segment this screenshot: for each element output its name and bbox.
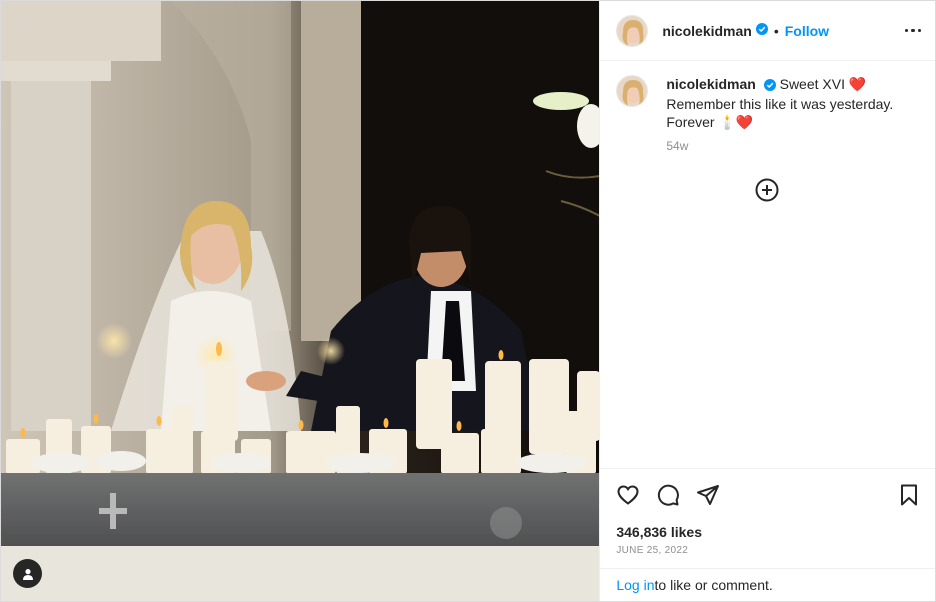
avatar[interactable]: [616, 14, 649, 47]
user-tag-icon[interactable]: [13, 559, 42, 588]
separator-dot: •: [773, 22, 779, 39]
wedding-photo-image: [1, 1, 600, 601]
verified-badge-icon: [763, 77, 776, 95]
caption-row: nicolekidman Sweet XVI ❤️ Remember this …: [616, 75, 919, 155]
comments-section: nicolekidman Sweet XVI ❤️ Remember this …: [600, 61, 935, 468]
post-photo[interactable]: [1, 1, 600, 601]
username-link[interactable]: nicolekidman: [662, 23, 751, 39]
action-bar: [600, 468, 935, 520]
paper-plane-icon[interactable]: [696, 483, 720, 507]
follow-button[interactable]: Follow: [785, 23, 829, 39]
caption-text-line-2: Remember this like it was yesterday.: [666, 96, 894, 112]
caption-username[interactable]: nicolekidman: [666, 76, 755, 92]
bookmark-icon[interactable]: [897, 483, 921, 507]
caption-text-line-1: Sweet XVI ❤️: [779, 76, 867, 92]
login-prompt-text: to like or comment.: [654, 577, 773, 593]
heart-icon[interactable]: [616, 483, 640, 507]
post-header: nicolekidman • Follow: [600, 1, 935, 61]
caption-avatar[interactable]: [616, 75, 649, 107]
caption: nicolekidman Sweet XVI ❤️ Remember this …: [666, 75, 893, 155]
comment-icon[interactable]: [656, 483, 680, 507]
post-date[interactable]: June 25, 2022: [600, 540, 935, 568]
post-sidebar: nicolekidman • Follow nicolekidman Sweet…: [599, 1, 935, 601]
plus-circle-icon[interactable]: [755, 178, 779, 202]
more-options-icon[interactable]: [904, 23, 921, 39]
login-prompt: Log in to like or comment.: [600, 568, 935, 601]
caption-text-line-3: Forever 🕯️❤️: [666, 114, 754, 130]
verified-badge-icon: [755, 22, 768, 40]
like-count[interactable]: 346,836 likes: [600, 520, 935, 540]
post-time-ago[interactable]: 54w: [666, 137, 893, 155]
instagram-post: nicolekidman • Follow nicolekidman Sweet…: [0, 0, 936, 602]
login-link[interactable]: Log in: [616, 577, 654, 593]
